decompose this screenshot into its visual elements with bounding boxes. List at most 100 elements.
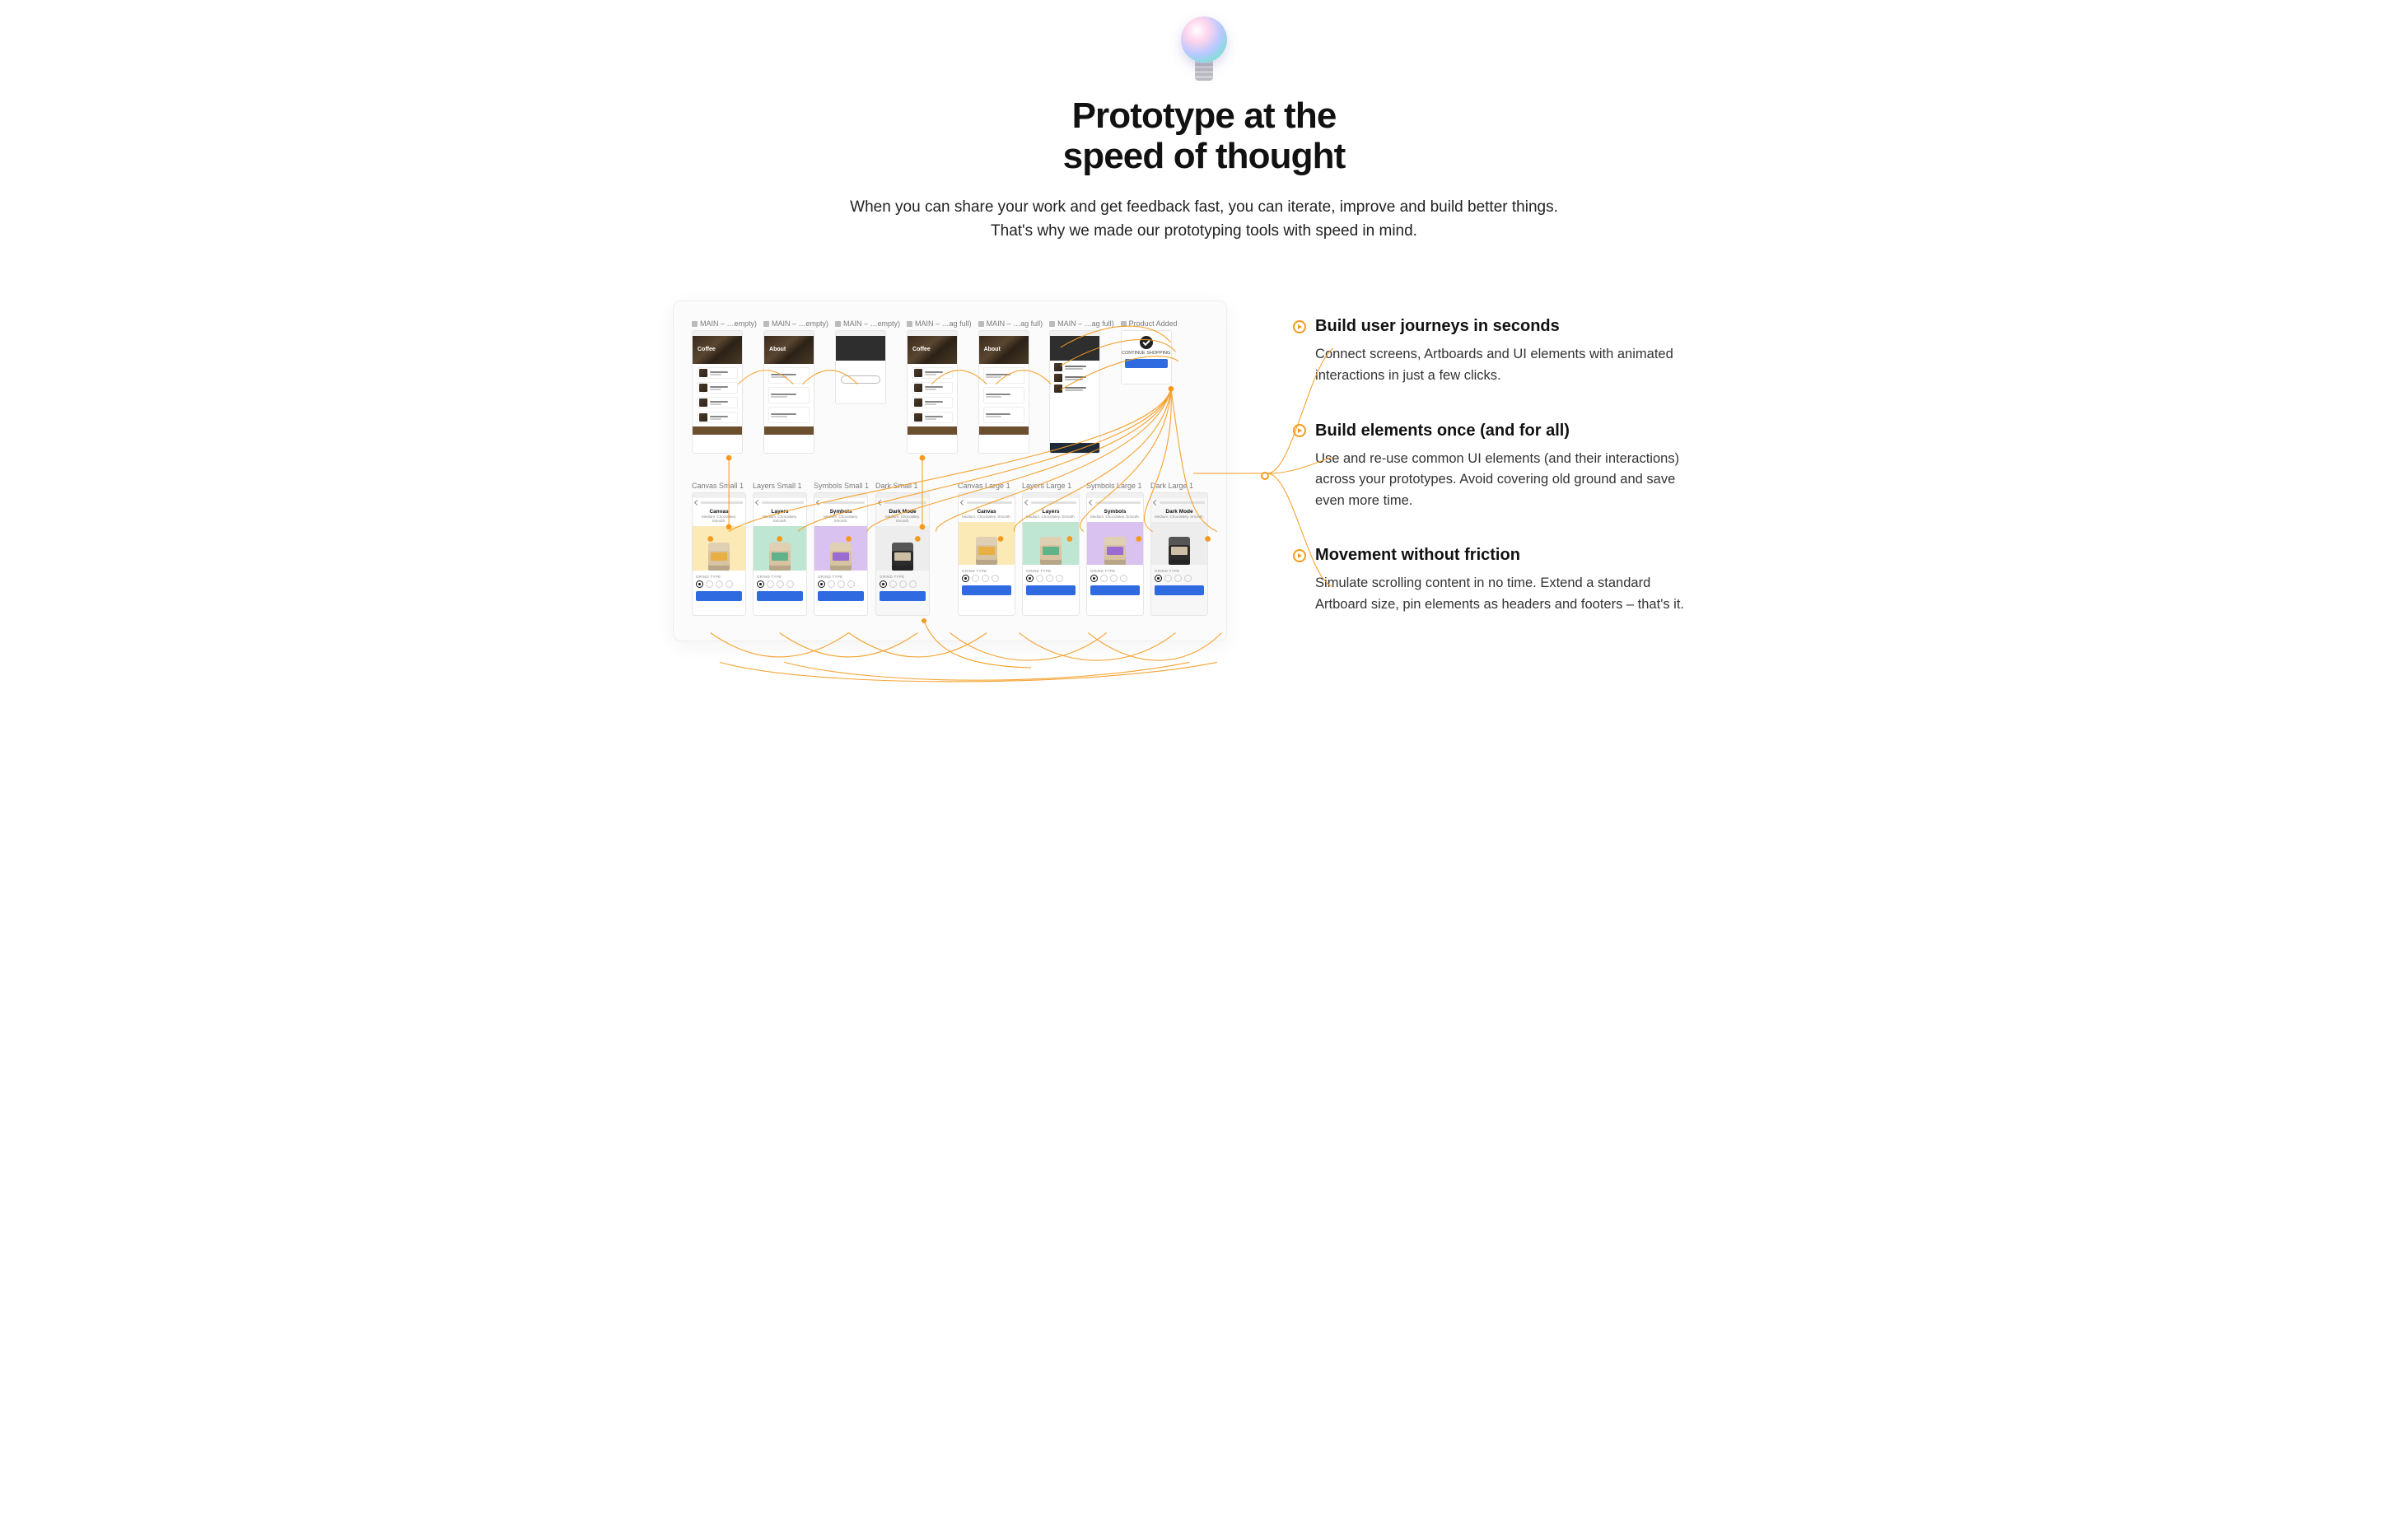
artboard: MAIN – …ag full) Coffee bbox=[907, 319, 972, 454]
option-dots bbox=[962, 575, 1011, 582]
canvas-row-1: MAIN – …empty) Coffee MAIN – …empty) Abo… bbox=[692, 319, 1208, 454]
option-label: GRIND TYPE bbox=[757, 575, 803, 579]
product-title: Symbols bbox=[818, 509, 864, 515]
back-icon bbox=[816, 500, 822, 506]
feature-list: Build user journeys in seconds Connect s… bbox=[1293, 301, 1735, 615]
tab-bar bbox=[764, 426, 814, 435]
artboard: MAIN – …ag full) Bag bbox=[1049, 319, 1114, 454]
artboard-product: Dark Large 1 Dark Mode Medium. Chocolate… bbox=[1150, 482, 1208, 616]
modal-caption: CONTINUE SHOPPING bbox=[1122, 351, 1171, 356]
product-title: Layers bbox=[757, 509, 803, 515]
hub-node bbox=[1261, 472, 1269, 480]
product-title: Canvas bbox=[696, 509, 742, 515]
artboard-label: Symbols Large 1 bbox=[1086, 482, 1144, 490]
product-subtitle: Medium. Chocolatey. Smooth. bbox=[1155, 515, 1204, 519]
product-subtitle: Medium. Chocolatey. Smooth. bbox=[880, 515, 926, 523]
product-screen: Symbols Medium. Chocolatey. Smooth. GRIN… bbox=[1086, 492, 1144, 616]
artboard: MAIN – …empty) Coffee bbox=[692, 319, 757, 454]
product-title: Symbols bbox=[1090, 509, 1140, 515]
product-subtitle: Medium. Chocolatey. Smooth. bbox=[1026, 515, 1076, 519]
canvas-illustration: MAIN – …empty) Coffee MAIN – …empty) Abo… bbox=[673, 301, 1227, 641]
artboard: MAIN – …ag full) About bbox=[978, 319, 1043, 454]
modal-screen: CONTINUE SHOPPING bbox=[1121, 330, 1172, 384]
artboard-label: MAIN – …empty) bbox=[835, 319, 900, 328]
canvas-panel: MAIN – …empty) Coffee MAIN – …empty) Abo… bbox=[673, 301, 1227, 641]
back-icon bbox=[755, 500, 761, 506]
product-subtitle: Medium. Chocolatey. Smooth. bbox=[757, 515, 803, 523]
add-to-bag-button bbox=[1090, 585, 1140, 595]
product-subtitle: Medium. Chocolatey. Smooth. bbox=[696, 515, 742, 523]
product-title: Dark Mode bbox=[880, 509, 926, 515]
back-icon bbox=[960, 500, 966, 506]
product-subtitle: Medium. Chocolatey. Smooth. bbox=[1090, 515, 1140, 519]
option-label: GRIND TYPE bbox=[962, 569, 1011, 573]
go-to-bag-button bbox=[1125, 359, 1168, 368]
product-screen: Dark Mode Medium. Chocolatey. Smooth. GR… bbox=[1150, 492, 1208, 616]
add-to-bag-button bbox=[757, 591, 803, 601]
feature-body: Simulate scrolling content in no time. E… bbox=[1293, 573, 1688, 615]
option-dots bbox=[1155, 575, 1204, 582]
option-dots bbox=[1026, 575, 1076, 582]
artboard-product: Layers Large 1 Layers Medium. Chocolatey… bbox=[1022, 482, 1080, 616]
page-headline: Prototype at the speed of thought bbox=[673, 96, 1735, 177]
option-dots bbox=[696, 580, 742, 588]
feature-title: Movement without friction bbox=[1315, 546, 1520, 565]
hero: Prototype at the speed of thought When y… bbox=[673, 16, 1735, 243]
artboard-product: Canvas Small 1 Canvas Medium. Chocolatey… bbox=[692, 482, 746, 616]
option-dots bbox=[1090, 575, 1140, 582]
back-icon bbox=[1153, 500, 1159, 506]
product-screen: Canvas Medium. Chocolatey. Smooth. GRIND… bbox=[692, 492, 746, 616]
artboard-modal: Product Added CONTINUE SHOPPING bbox=[1121, 319, 1178, 454]
artboard-label: Dark Large 1 bbox=[1150, 482, 1208, 490]
product-subtitle: Medium. Chocolatey. Smooth. bbox=[962, 515, 1011, 519]
feature-build-journeys: Build user journeys in seconds Connect s… bbox=[1293, 317, 1735, 386]
product-photo bbox=[959, 522, 1015, 565]
page-lede: When you can share your work and get fee… bbox=[833, 195, 1575, 244]
tab-bar bbox=[979, 426, 1029, 435]
headline-line-1: Prototype at the bbox=[1072, 96, 1337, 136]
product-screen: Symbols Medium. Chocolatey. Smooth. GRIN… bbox=[814, 492, 868, 616]
artboard-label: Product Added bbox=[1121, 319, 1178, 328]
tab-bar bbox=[693, 426, 742, 435]
artboard-label: MAIN – …empty) bbox=[763, 319, 828, 328]
product-photo bbox=[1151, 522, 1207, 565]
artboard-product: Dark Small 1 Dark Mode Medium. Chocolate… bbox=[875, 482, 930, 616]
back-icon bbox=[1089, 500, 1094, 506]
product-subtitle: Medium. Chocolatey. Smooth. bbox=[818, 515, 864, 523]
feature-movement: Movement without friction Simulate scrol… bbox=[1293, 546, 1735, 615]
headline-line-2: speed of thought bbox=[1063, 136, 1346, 176]
play-bullet-icon bbox=[1293, 549, 1306, 562]
artboard-label: Layers Large 1 bbox=[1022, 482, 1080, 490]
product-photo bbox=[1023, 522, 1079, 565]
artboard-label: Layers Small 1 bbox=[753, 482, 807, 490]
back-icon bbox=[694, 500, 700, 506]
feature-build-elements: Build elements once (and for all) Use an… bbox=[1293, 422, 1735, 512]
play-bullet-icon bbox=[1293, 320, 1306, 333]
artboard-product: Symbols Small 1 Symbols Medium. Chocolat… bbox=[814, 482, 869, 616]
option-dots bbox=[757, 580, 803, 588]
artboard-product: Canvas Large 1 Canvas Medium. Chocolatey… bbox=[958, 482, 1015, 616]
tab-bar bbox=[908, 426, 957, 435]
back-icon bbox=[1024, 500, 1030, 506]
product-photo bbox=[814, 526, 867, 571]
continue-button bbox=[841, 375, 880, 384]
artboard-label: Canvas Small 1 bbox=[692, 482, 746, 490]
artboard-label: Symbols Small 1 bbox=[814, 482, 869, 490]
artboard-label: Dark Small 1 bbox=[875, 482, 930, 490]
add-to-bag-button bbox=[1026, 585, 1076, 595]
option-label: GRIND TYPE bbox=[1155, 569, 1204, 573]
app-screen: About bbox=[763, 330, 814, 454]
artboard: MAIN – …empty) Bag bbox=[835, 319, 900, 454]
product-title: Layers bbox=[1026, 509, 1076, 515]
feature-title: Build elements once (and for all) bbox=[1315, 422, 1570, 440]
product-photo bbox=[754, 526, 806, 571]
artboard-label: MAIN – …ag full) bbox=[907, 319, 972, 328]
app-screen: Bag bbox=[1049, 330, 1100, 454]
product-photo bbox=[693, 526, 745, 571]
option-label: GRIND TYPE bbox=[1090, 569, 1140, 573]
feature-body: Use and re-use common UI elements (and t… bbox=[1293, 449, 1688, 512]
feature-title: Build user journeys in seconds bbox=[1315, 317, 1560, 336]
add-to-bag-button bbox=[696, 591, 742, 601]
product-screen: Dark Mode Medium. Chocolatey. Smooth. GR… bbox=[875, 492, 930, 616]
product-screen: Canvas Medium. Chocolatey. Smooth. GRIND… bbox=[958, 492, 1015, 616]
